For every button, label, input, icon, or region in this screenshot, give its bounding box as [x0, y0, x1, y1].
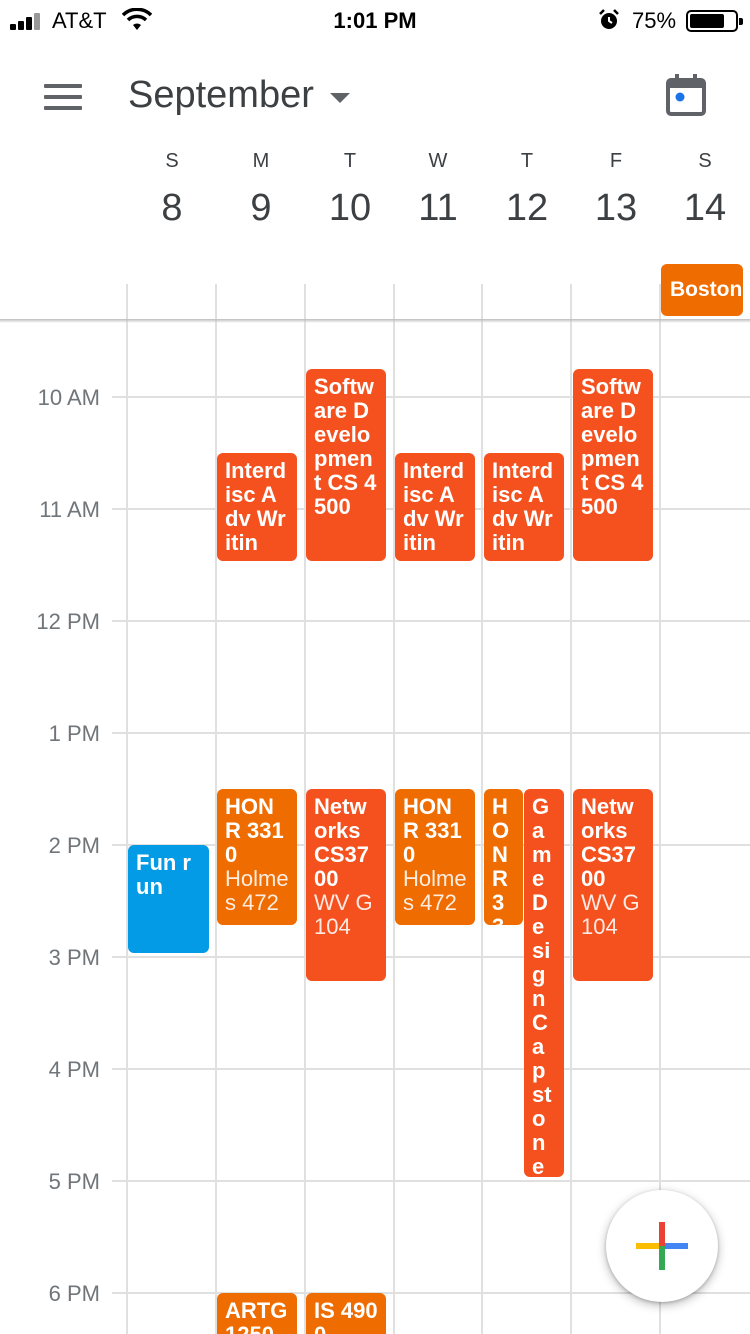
day-of-week: M	[252, 150, 270, 172]
event-title: Interdisc Adv Writin	[225, 458, 287, 555]
event-title: Software Development CS 4500	[581, 374, 644, 519]
day-header-mon[interactable]: M 9	[217, 150, 305, 230]
day-of-week: S	[698, 150, 712, 172]
calendar-event[interactable]: Software Development CS 4500	[573, 369, 653, 561]
calendar-event[interactable]: Networks CS3700 WV G 104	[573, 789, 653, 981]
hour-label: 12 PM	[36, 609, 100, 634]
plus-icon	[636, 1222, 688, 1270]
hour-label: 1 PM	[48, 721, 100, 746]
grid-column-line	[659, 284, 661, 1334]
calendar-event[interactable]: Interdisc Adv Writin	[484, 453, 564, 561]
day-of-week: F	[609, 150, 623, 172]
day-number: 12	[505, 187, 549, 229]
event-title: Game Design Capstone GAME 47	[532, 794, 552, 1178]
hour-line	[112, 956, 750, 958]
calendar-event[interactable]: Interdisc Adv Writin	[217, 453, 297, 561]
grid-column-line	[481, 284, 483, 1334]
calendar-event[interactable]: Fun run	[128, 845, 209, 953]
event-title: Interdisc Adv Writin	[403, 458, 465, 555]
grid-column-line	[570, 284, 572, 1334]
battery-icon	[686, 10, 743, 32]
calendar-event[interactable]: Game Design Capstone GAME 47	[524, 789, 564, 1177]
event-title: HONR33	[492, 794, 510, 926]
day-header-sat[interactable]: S 14	[661, 150, 749, 230]
create-event-button[interactable]	[606, 1190, 718, 1302]
header-divider	[0, 319, 750, 323]
day-header-wed[interactable]: W 11	[394, 150, 482, 230]
day-of-week: W	[428, 150, 448, 172]
calendar-event[interactable]: HONR 3310 Holmes 472	[395, 789, 475, 925]
calendar-event[interactable]: ARTG 1250	[217, 1293, 297, 1334]
event-title: Fun run	[136, 850, 191, 899]
all-day-event[interactable]: Boston	[661, 264, 743, 316]
alarm-icon	[599, 9, 619, 29]
day-header-tue[interactable]: T 10	[306, 150, 394, 230]
hour-label: 11 AM	[39, 497, 100, 522]
hour-line	[112, 620, 750, 622]
event-title: Software Development CS 4500	[314, 374, 377, 519]
day-of-week: S	[165, 150, 179, 172]
day-header-fri[interactable]: F 13	[572, 150, 660, 230]
event-title: ARTG 1250	[225, 1298, 288, 1334]
calendar-event[interactable]: HONR33	[484, 789, 523, 925]
battery-percent: 75%	[632, 8, 677, 33]
event-title: HONR 3310	[225, 794, 284, 867]
hour-line	[112, 1180, 750, 1182]
event-title: Networks CS3700	[581, 794, 637, 891]
hour-label: 6 PM	[48, 1281, 100, 1306]
hour-line	[112, 732, 750, 734]
hour-line	[112, 396, 750, 398]
day-number: 8	[161, 187, 183, 229]
hour-label: 5 PM	[48, 1169, 100, 1194]
hamburger-menu-icon[interactable]	[44, 84, 84, 110]
day-number: 10	[328, 187, 372, 229]
day-number: 13	[594, 187, 638, 229]
calendar-event[interactable]: HONR 3310 Holmes 472	[217, 789, 297, 925]
day-of-week: T	[520, 150, 534, 172]
event-title: Interdisc Adv Writin	[492, 458, 554, 555]
day-number: 9	[250, 187, 272, 229]
hour-line	[112, 1068, 750, 1070]
event-title: IS 4900	[314, 1298, 378, 1334]
month-title: September	[128, 74, 314, 116]
event-location: Holmes 472	[403, 866, 467, 915]
day-number: 14	[683, 187, 727, 229]
event-title: Networks CS3700	[314, 794, 370, 891]
status-bar: AT&T 1:01 PM 75%	[0, 0, 750, 40]
hour-label: 10 AM	[37, 385, 100, 410]
day-number: 11	[418, 187, 458, 229]
day-header-thu[interactable]: T 12	[483, 150, 571, 230]
calendar-today-icon[interactable]	[666, 74, 706, 116]
hour-label: 4 PM	[48, 1057, 100, 1082]
grid-column-line	[126, 284, 128, 1334]
calendar-event[interactable]: IS 4900	[306, 1293, 386, 1334]
event-location: Holmes 472	[225, 866, 289, 915]
event-title: HONR 3310	[403, 794, 462, 867]
calendar-event[interactable]: Interdisc Adv Writin	[395, 453, 475, 561]
event-location: WV G 104	[581, 890, 640, 939]
chevron-down-icon	[329, 92, 350, 103]
hour-label: 2 PM	[48, 833, 100, 858]
calendar-event[interactable]: Software Development CS 4500	[306, 369, 386, 561]
day-of-week: T	[343, 150, 357, 172]
calendar-event[interactable]: Networks CS3700 WV G 104	[306, 789, 386, 981]
hour-label: 3 PM	[48, 945, 100, 970]
day-header-sun[interactable]: S 8	[128, 150, 216, 230]
event-location: WV G 104	[314, 890, 373, 939]
month-selector[interactable]: September	[128, 74, 350, 117]
